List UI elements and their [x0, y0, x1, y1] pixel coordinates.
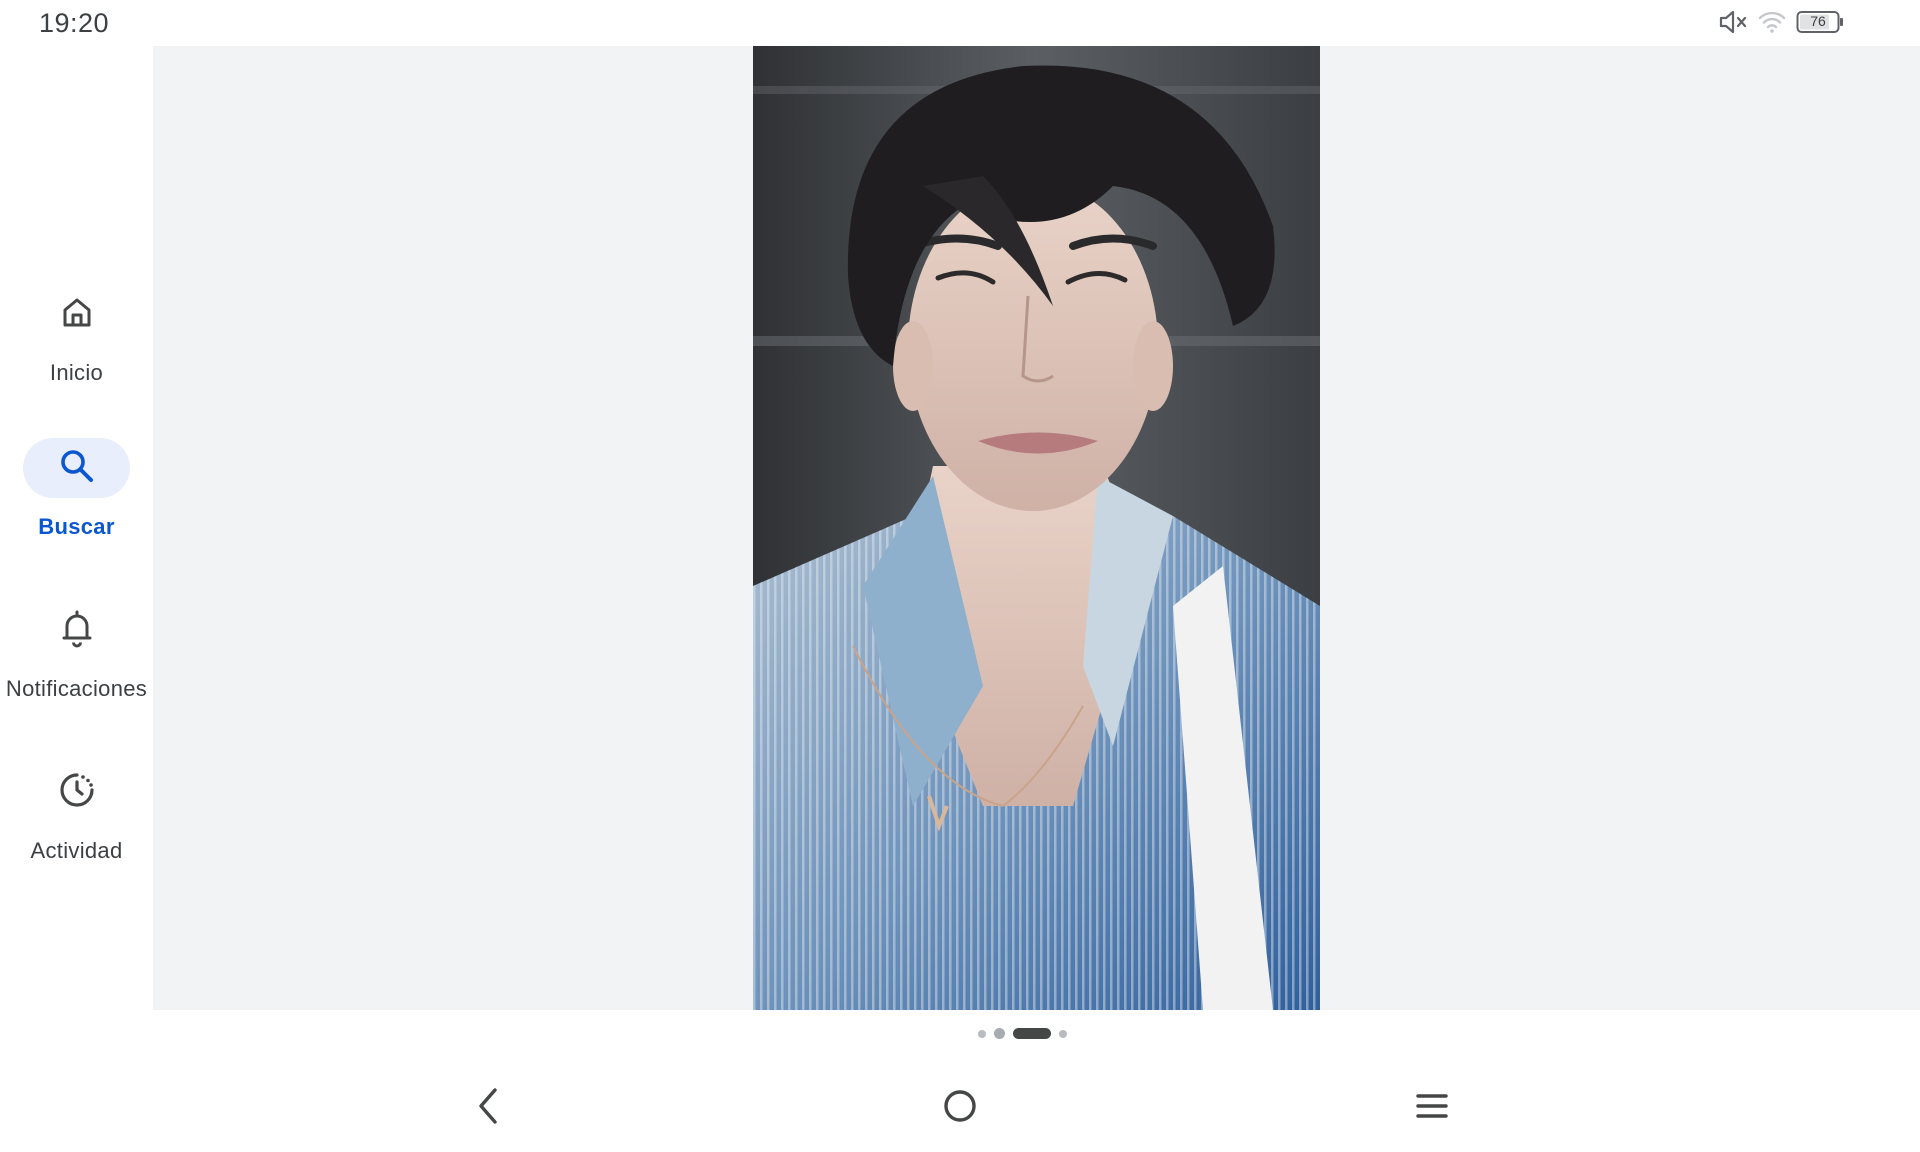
page-dot[interactable]	[1059, 1029, 1067, 1038]
battery-icon: 76	[1796, 10, 1844, 34]
nav-label-notificaciones: Notificaciones	[5, 676, 148, 701]
recents-button[interactable]	[1408, 1084, 1456, 1132]
mute-icon	[1718, 9, 1748, 35]
search-icon	[58, 447, 96, 490]
home-icon	[59, 294, 95, 335]
page-dot[interactable]	[978, 1029, 986, 1038]
back-icon	[473, 1086, 503, 1131]
nav-pill	[23, 284, 130, 344]
menu-icon	[1414, 1091, 1450, 1126]
nav-item-inicio[interactable]: Inicio	[0, 284, 153, 404]
page-dot-active[interactable]	[1013, 1028, 1051, 1039]
nav-label-actividad: Actividad	[30, 838, 123, 863]
nav-item-notificaciones[interactable]: Notificaciones	[0, 600, 153, 720]
battery-level: 76	[1810, 13, 1826, 29]
image-viewer[interactable]	[153, 46, 1920, 1010]
activity-icon	[57, 770, 97, 815]
nav-item-actividad[interactable]: Actividad	[0, 762, 153, 882]
home-button[interactable]	[936, 1084, 984, 1132]
page-indicator	[0, 1028, 1920, 1039]
nav-item-buscar[interactable]: Buscar	[0, 438, 153, 558]
navigation-rail: Inicio Buscar Notificaciones Actividad	[0, 46, 153, 1010]
nav-pill	[23, 600, 130, 660]
bell-icon	[59, 608, 95, 653]
system-navigation-bar	[0, 1070, 1920, 1142]
back-button[interactable]	[464, 1084, 512, 1132]
nav-pill-active	[23, 438, 130, 498]
page-dot[interactable]	[994, 1028, 1005, 1039]
portrait-photo[interactable]	[753, 46, 1320, 1010]
home-circle-icon	[942, 1088, 978, 1129]
status-bar: 19:20 76	[0, 0, 1920, 46]
nav-label-inicio: Inicio	[49, 360, 104, 385]
wifi-icon	[1758, 10, 1786, 34]
nav-label-buscar: Buscar	[38, 514, 115, 539]
nav-pill	[23, 762, 130, 822]
status-time: 19:20	[39, 8, 110, 38]
status-icons: 76	[1718, 9, 1844, 35]
